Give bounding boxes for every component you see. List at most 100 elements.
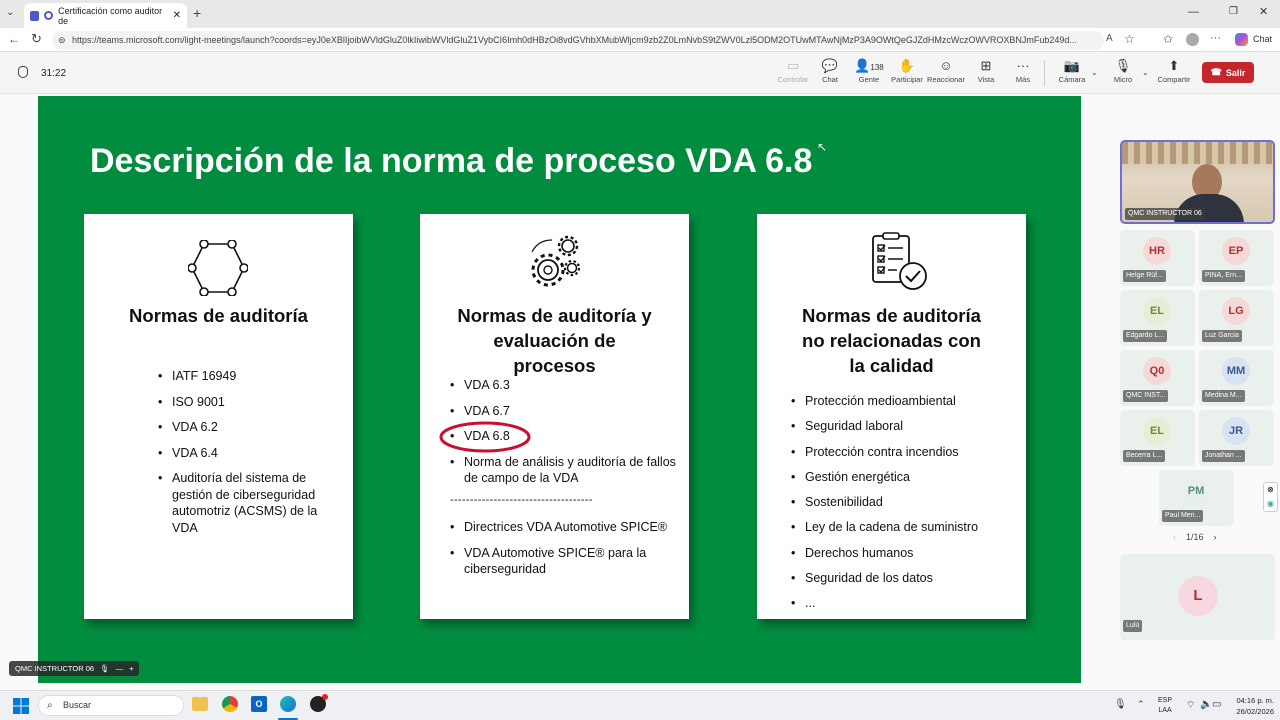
minimize-icon[interactable]: — — [1188, 6, 1199, 18]
recording-icon — [44, 11, 54, 20]
chat-button[interactable]: 💬 Chat — [810, 58, 850, 84]
people-button[interactable]: 👤138 Gente — [849, 58, 889, 84]
refresh-icon[interactable]: ↻ — [31, 31, 42, 47]
participant-name: Luz Garcia — [1202, 330, 1242, 342]
expand-icon[interactable]: + — [129, 661, 133, 676]
minimize-panel-icon[interactable]: — — [116, 661, 124, 676]
more-icon[interactable]: ··· — [1210, 32, 1221, 44]
avatar: L — [1178, 576, 1218, 616]
address-row: ← ↻ ⊜ https://teams.microsoft.com/light-… — [0, 28, 1280, 52]
windows-taskbar: ⌕ Buscar O 🎙 ⌃ ESP LAA ⌔ 🔈 ▭ 04:16 p. m. 2… — [0, 690, 1280, 720]
meeting-toolbar: 31:22 ▭ Controlar 💬 Chat 👤138 Gente ✋ Partic… — [0, 52, 1280, 94]
checklist-icon — [872, 232, 927, 290]
participant-tile[interactable]: EL Becerra L... — [1120, 410, 1195, 466]
audit-standards-list: IATF 16949 ISO 9001 VDA 6.2 VDA 6.4 Audi… — [156, 368, 336, 536]
file-explorer-icon[interactable] — [192, 697, 208, 711]
participant-tile[interactable]: LG Luz Garcia — [1199, 290, 1274, 346]
read-aloud-icon[interactable]: A — [1106, 33, 1113, 44]
toolbar-divider — [1044, 60, 1045, 86]
url-text: https://teams.microsoft.com/light-meetin… — [72, 35, 1077, 45]
participant-tile[interactable]: Q0 QMC INST... — [1120, 350, 1195, 406]
chrome-icon[interactable] — [222, 696, 238, 712]
side-controls[interactable]: ⊗ ◉ — [1263, 482, 1278, 512]
language-indicator[interactable]: ESP LAA — [1158, 696, 1172, 716]
list-item: Sostenibilidad — [789, 494, 1019, 511]
site-info-icon[interactable]: ⊜ — [58, 31, 66, 50]
participant-tile[interactable]: EP PINA, Ern... — [1199, 230, 1274, 286]
participant-tile[interactable]: JR Jonathan ... — [1199, 410, 1274, 466]
list-item: VDA 6.7 — [448, 403, 683, 420]
list-item: Gestión energética — [789, 469, 1019, 486]
mic-icon: 🎙 — [100, 664, 110, 673]
status-icon: ◉ — [1267, 499, 1274, 508]
battery-icon[interactable]: ▭ — [1212, 699, 1221, 710]
next-page-icon[interactable]: › — [1214, 532, 1217, 542]
list-item: VDA Automotive SPICE® para la cibersegur… — [448, 545, 673, 578]
grid-icon: ⊞ — [980, 58, 992, 73]
camera-button[interactable]: 📷 Cámara — [1052, 58, 1092, 84]
mic-options-chevron-icon[interactable]: ⌄ — [1142, 68, 1149, 77]
close-tab-icon[interactable]: ✕ — [173, 10, 181, 21]
window-close-icon[interactable]: ✕ — [1259, 5, 1268, 18]
back-icon[interactable]: ← — [8, 32, 20, 46]
participant-tile[interactable]: PM Paul Men... — [1159, 470, 1234, 526]
avatar: EP — [1222, 237, 1250, 265]
participant-tile[interactable]: EL Edgardo L... — [1120, 290, 1195, 346]
clock[interactable]: 04:16 p. m. 26/02/2026 — [1222, 695, 1274, 717]
leave-button[interactable]: ☎ Salir — [1202, 62, 1254, 83]
maximize-icon[interactable]: ❐ — [1229, 6, 1238, 17]
raise-hand-button[interactable]: ✋ Participar — [887, 58, 927, 84]
taskbar-search[interactable]: ⌕ Buscar — [38, 695, 184, 716]
camera-off-icon: 📷 — [1063, 58, 1081, 73]
meeting-timer: 31:22 — [41, 68, 67, 79]
hand-icon: ✋ — [898, 58, 916, 73]
mouse-cursor-icon: ↖ — [817, 140, 828, 154]
profile-avatar[interactable] — [1186, 33, 1199, 46]
avatar: JR — [1222, 417, 1250, 445]
browser-tab[interactable]: Certificación como auditor de ✕ — [24, 3, 187, 28]
controlar-button[interactable]: ▭ Controlar — [773, 58, 813, 84]
outlook-icon[interactable]: O — [251, 696, 267, 712]
search-icon: ⌕ — [47, 700, 53, 711]
large-participant-tile[interactable]: L Lulú — [1120, 554, 1275, 640]
card-process-standards: Normas de auditoría y evaluación de proc… — [420, 214, 689, 619]
edge-icon[interactable] — [280, 696, 296, 712]
more-button[interactable]: ··· Más — [1003, 58, 1043, 84]
chat-icon: 💬 — [821, 58, 839, 73]
new-tab-icon[interactable]: + — [193, 5, 201, 21]
wifi-icon[interactable]: ⌔ — [1186, 699, 1195, 712]
main-video-tile[interactable]: QMC INSTRUCTOR 06 — [1120, 140, 1275, 224]
participant-tile[interactable]: HR Helge Rüf... — [1120, 230, 1195, 286]
card-title-line: evaluación de — [493, 330, 616, 351]
favorites-icon[interactable]: ✩ — [1163, 32, 1173, 46]
url-field[interactable]: ⊜ https://teams.microsoft.com/light-meet… — [52, 31, 1104, 50]
favorite-icon[interactable]: ☆ — [1124, 32, 1135, 46]
view-button[interactable]: ⊞ Vista — [966, 58, 1006, 84]
chat-label[interactable]: Chat — [1253, 34, 1272, 44]
tab-list-chevron-icon[interactable]: ⌄ — [6, 7, 14, 18]
tray-mic-icon[interactable]: 🎙 — [1114, 699, 1127, 710]
camera-options-chevron-icon[interactable]: ⌄ — [1091, 68, 1098, 77]
list-item: VDA 6.2 — [156, 419, 336, 436]
phone-icon: ☎ — [1210, 67, 1222, 77]
list-item: ... — [789, 595, 1019, 612]
list-item: Directrices VDA Automotive SPICE® — [448, 519, 673, 536]
avatar: EL — [1143, 297, 1171, 325]
copilot-icon[interactable] — [1235, 33, 1248, 46]
control-icon: ▭ — [786, 58, 800, 73]
share-button[interactable]: ⬆ Compartir — [1154, 58, 1194, 84]
tray-chevron-icon[interactable]: ⌃ — [1137, 699, 1145, 710]
windows-start-icon[interactable] — [13, 698, 29, 714]
participant-tile[interactable]: MM Medina M... — [1199, 350, 1274, 406]
speaker-icon[interactable]: 🔈 — [1200, 699, 1212, 710]
prev-page-icon[interactable]: ‹ — [1173, 532, 1176, 542]
mic-off-icon: 🎙 — [1114, 58, 1132, 73]
non-quality-list: Protección medioambiental Seguridad labo… — [789, 393, 1019, 612]
mic-button[interactable]: 🎙 Micro — [1103, 58, 1143, 84]
close-small-icon[interactable]: ⊗ — [1267, 485, 1274, 494]
participant-name: Medina M... — [1202, 390, 1245, 402]
react-button[interactable]: ☺ Reaccionar — [926, 58, 966, 84]
card-title-line: la calidad — [849, 355, 934, 376]
list-item: IATF 16949 — [156, 368, 336, 385]
ceiling-slats — [1122, 142, 1273, 164]
